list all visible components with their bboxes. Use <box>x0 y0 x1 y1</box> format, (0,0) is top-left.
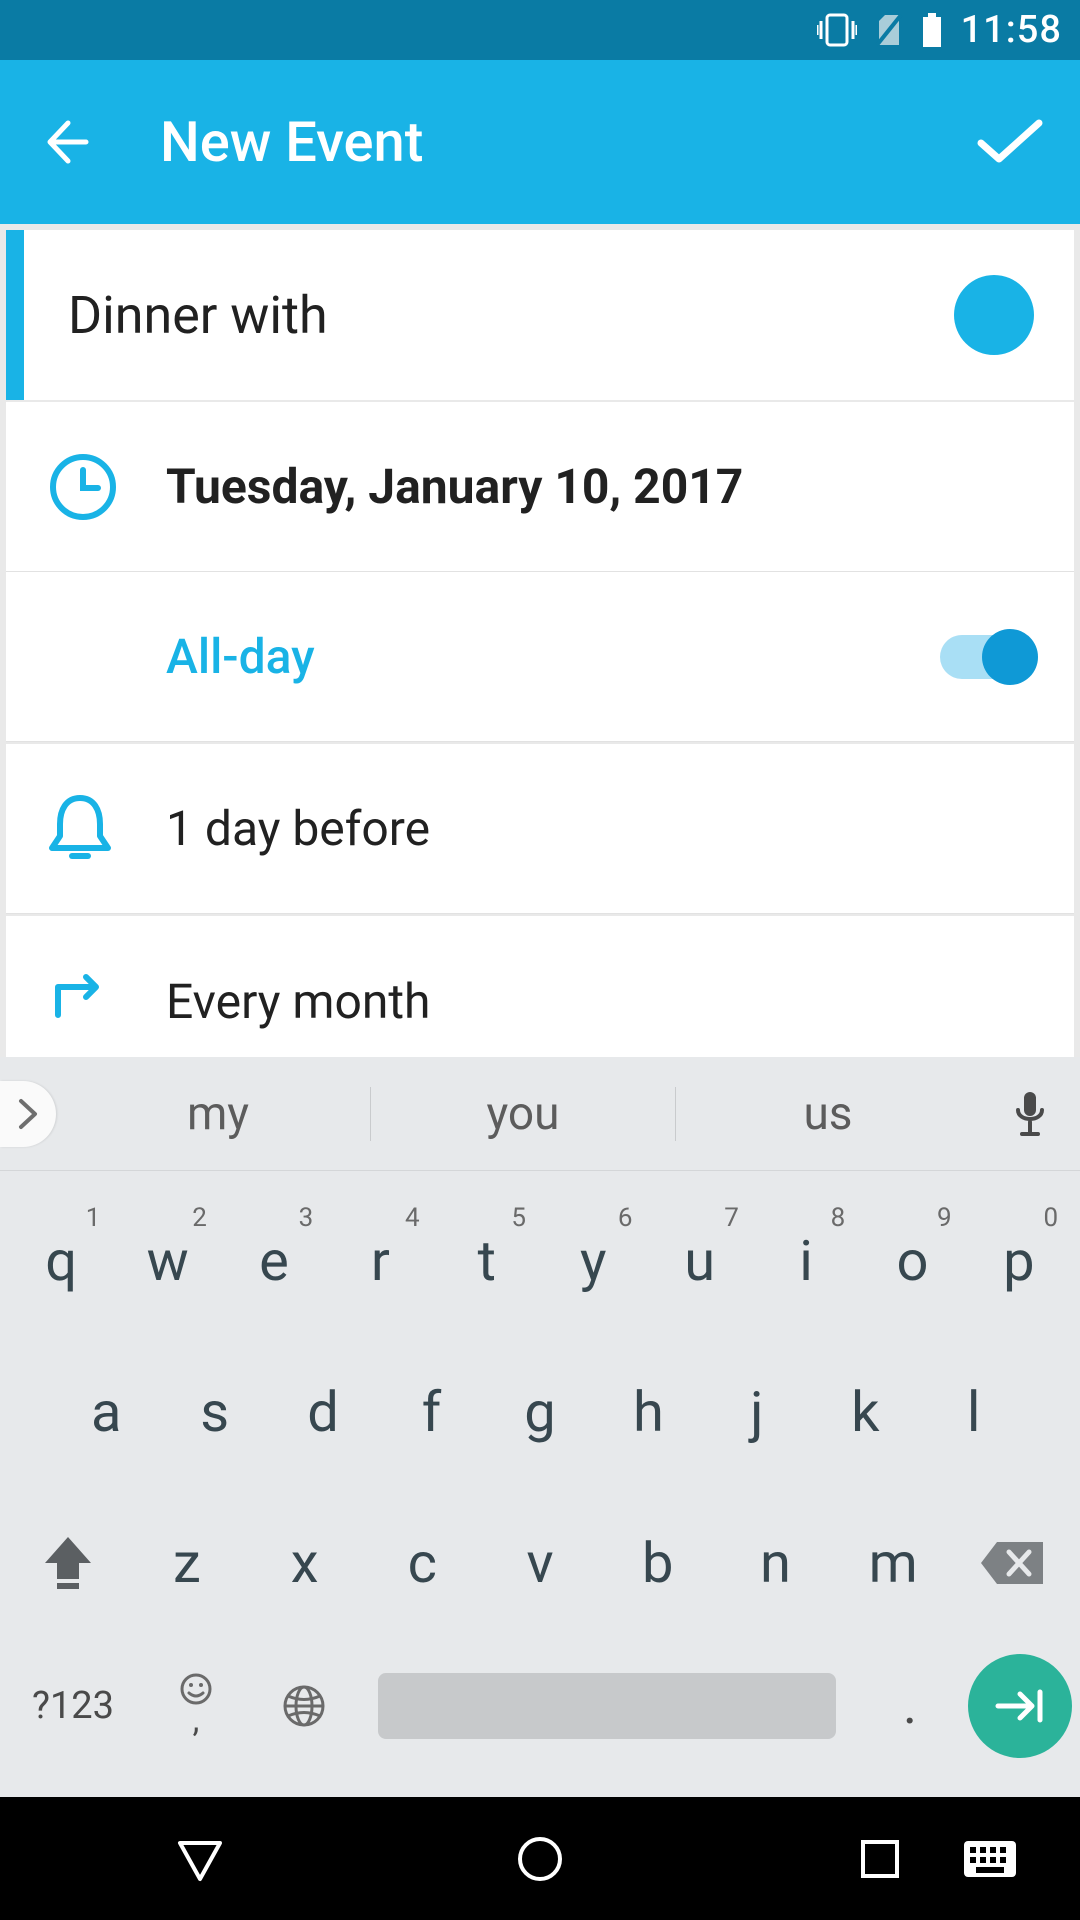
key-v[interactable]: v <box>481 1503 599 1623</box>
suggestion-bar: my you us <box>0 1057 1080 1171</box>
repeat-row[interactable]: Every month <box>6 916 1074 1057</box>
key-o[interactable]: o9 <box>859 1201 965 1321</box>
event-title-input[interactable] <box>68 285 954 346</box>
nav-back-button[interactable] <box>140 1819 260 1899</box>
key-u[interactable]: u7 <box>646 1201 752 1321</box>
language-key[interactable] <box>254 1656 354 1756</box>
key-j[interactable]: j <box>703 1352 811 1472</box>
backspace-key[interactable] <box>952 1538 1072 1588</box>
nav-home-button[interactable] <box>480 1819 600 1899</box>
repeat-value: Every month <box>166 973 431 1030</box>
allday-toggle[interactable] <box>940 635 1034 679</box>
allday-row[interactable]: All-day <box>6 572 1074 742</box>
event-date: Tuesday, January 10, 2017 <box>166 458 743 515</box>
key-e[interactable]: e3 <box>221 1201 327 1321</box>
suggestion-3[interactable]: us <box>675 1087 980 1141</box>
reminder-value: 1 day before <box>166 800 430 857</box>
status-bar: 11:58 <box>0 0 1080 60</box>
back-button[interactable] <box>30 107 100 177</box>
voice-input-button[interactable] <box>980 1090 1080 1138</box>
key-b[interactable]: b <box>599 1503 717 1623</box>
key-n[interactable]: n <box>717 1503 835 1623</box>
key-f[interactable]: f <box>377 1352 485 1472</box>
reminder-row[interactable]: 1 day before <box>6 744 1074 914</box>
emoji-comma-key[interactable]: , <box>146 1656 246 1756</box>
key-m[interactable]: m <box>834 1503 952 1623</box>
key-p[interactable]: p0 <box>966 1201 1072 1321</box>
globe-icon <box>281 1683 327 1729</box>
title-card <box>6 230 1074 400</box>
suggestion-1[interactable]: my <box>66 1087 370 1141</box>
key-c[interactable]: c <box>363 1503 481 1623</box>
calendar-color-picker[interactable] <box>954 275 1034 355</box>
space-key[interactable] <box>378 1673 836 1739</box>
shift-icon <box>41 1533 95 1593</box>
no-sim-icon <box>875 13 903 47</box>
key-s[interactable]: s <box>160 1352 268 1472</box>
expand-suggestions-button[interactable] <box>0 1081 56 1147</box>
key-k[interactable]: k <box>811 1352 919 1472</box>
key-a[interactable]: a <box>52 1352 160 1472</box>
shift-key[interactable] <box>8 1533 128 1593</box>
key-t[interactable]: t5 <box>434 1201 540 1321</box>
clock-icon <box>46 450 120 524</box>
key-w[interactable]: w2 <box>114 1201 220 1321</box>
date-row[interactable]: Tuesday, January 10, 2017 <box>6 402 1074 572</box>
enter-key[interactable] <box>968 1654 1072 1758</box>
period-key[interactable]: . <box>860 1656 960 1756</box>
repeat-icon <box>46 971 114 1031</box>
navigation-bar <box>0 1797 1080 1920</box>
key-q[interactable]: q1 <box>8 1201 114 1321</box>
vibrate-icon <box>817 13 857 47</box>
key-h[interactable]: h <box>594 1352 702 1472</box>
key-y[interactable]: y6 <box>540 1201 646 1321</box>
allday-label: All-day <box>166 628 315 685</box>
tab-next-icon <box>992 1686 1048 1726</box>
backspace-icon <box>977 1538 1047 1588</box>
key-l[interactable]: l <box>920 1352 1028 1472</box>
suggestion-2[interactable]: you <box>370 1087 675 1141</box>
event-form: Tuesday, January 10, 2017 All-day 1 day … <box>0 224 1080 1057</box>
nav-keyboard-button[interactable] <box>930 1819 1050 1899</box>
key-d[interactable]: d <box>269 1352 377 1472</box>
soft-keyboard: my you us q1w2e3r4t5y6u7i8o9p0 asdfghjkl… <box>0 1057 1080 1797</box>
key-z[interactable]: z <box>128 1503 246 1623</box>
app-bar: New Event <box>0 60 1080 224</box>
symbols-key[interactable]: ?123 <box>8 1684 138 1728</box>
keyboard-icon <box>962 1839 1018 1879</box>
microphone-icon <box>1012 1090 1048 1138</box>
confirm-button[interactable] <box>970 102 1050 182</box>
battery-icon <box>921 13 943 47</box>
key-x[interactable]: x <box>246 1503 364 1623</box>
status-time: 11:58 <box>961 8 1062 52</box>
nav-recent-button[interactable] <box>820 1819 940 1899</box>
key-r[interactable]: r4 <box>327 1201 433 1321</box>
key-i[interactable]: i8 <box>753 1201 859 1321</box>
key-g[interactable]: g <box>486 1352 594 1472</box>
bell-icon <box>46 792 114 866</box>
page-title: New Event <box>160 109 970 175</box>
